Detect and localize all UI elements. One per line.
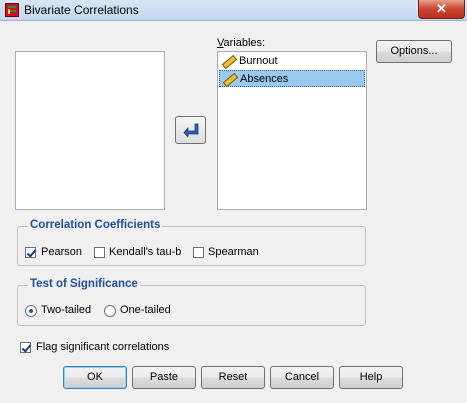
paste-button[interactable]: Paste	[132, 366, 196, 389]
dialog-body: Variables: Burnout Absences Options... C…	[0, 21, 467, 403]
help-button[interactable]: Help	[339, 366, 403, 389]
variable-name: Burnout	[239, 55, 278, 67]
scale-ruler-icon	[222, 72, 239, 88]
source-variable-list[interactable]	[15, 51, 165, 210]
variables-label: Variables:	[217, 37, 266, 49]
kendall-checkbox[interactable]	[94, 247, 105, 258]
window-title: Bivariate Correlations	[24, 3, 139, 17]
test-of-significance-title: Test of Significance	[28, 278, 140, 290]
spearman-checkbox[interactable]	[193, 247, 204, 258]
spearman-label: Spearman	[208, 246, 259, 258]
correlation-coefficients-title: Correlation Coefficients	[28, 219, 163, 231]
options-button[interactable]: Options...	[376, 40, 452, 63]
close-button[interactable]: ✕	[418, 0, 465, 19]
variables-label-text: ariables:	[223, 37, 266, 49]
kendall-label: Kendall's tau-b	[109, 246, 182, 258]
pearson-label: Pearson	[41, 246, 82, 258]
variable-item-burnout[interactable]: Burnout	[219, 53, 365, 70]
two-tailed-label: Two-tailed	[41, 304, 92, 316]
one-tailed-label: One-tailed	[120, 304, 171, 316]
cancel-button[interactable]: Cancel	[270, 366, 334, 389]
one-tailed-radio[interactable]	[104, 305, 116, 317]
variable-item-absences[interactable]: Absences	[219, 70, 365, 88]
scale-ruler-icon	[221, 54, 238, 70]
pearson-checkbox[interactable]	[25, 247, 36, 258]
title-bar: Bivariate Correlations ✕	[0, 0, 467, 21]
reset-button[interactable]: Reset	[201, 366, 265, 389]
variables-list[interactable]: Burnout Absences	[217, 51, 367, 210]
variable-name: Absences	[240, 73, 289, 85]
app-icon	[5, 3, 19, 17]
move-variable-button[interactable]	[175, 116, 206, 144]
arrow-left-icon	[183, 123, 199, 137]
flag-significant-label: Flag significant correlations	[36, 341, 170, 353]
two-tailed-radio[interactable]	[25, 305, 37, 317]
flag-significant-checkbox[interactable]	[20, 342, 31, 353]
ok-button[interactable]: OK	[63, 366, 127, 389]
